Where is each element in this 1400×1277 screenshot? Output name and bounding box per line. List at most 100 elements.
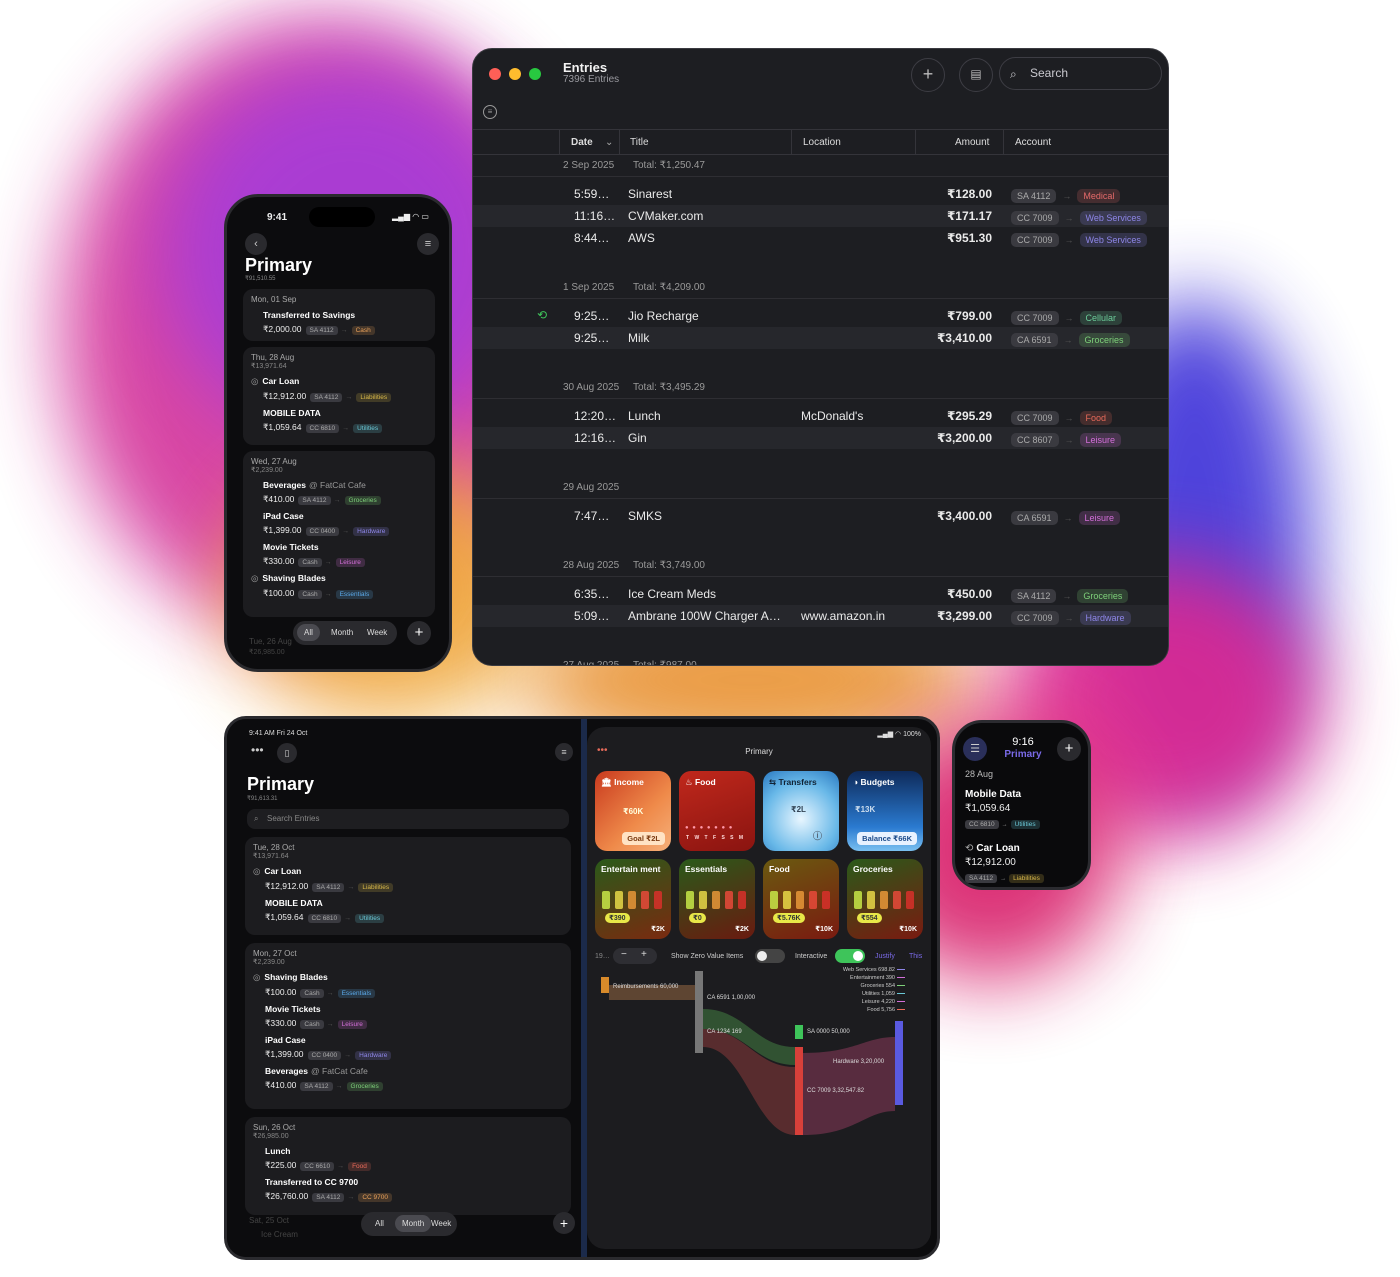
back-button[interactable]: ‹	[245, 233, 267, 255]
entry-item[interactable]: Movie Tickets	[265, 1004, 563, 1014]
interactive-toggle[interactable]	[835, 949, 865, 963]
entry-amount: ₹330.00	[265, 1018, 297, 1028]
income-tile[interactable]: 🏛 Income ₹60K Goal ₹2L	[595, 771, 671, 851]
entry-item[interactable]: ◎ Shaving Blades	[251, 573, 427, 584]
entry-accounts: SA 4112 → Groceries	[1011, 588, 1129, 603]
entry-title: Car Loan	[976, 843, 1020, 854]
status-time: 9:41 AM Fri 24 Oct	[249, 730, 308, 737]
entry-amount: ₹3,410.00	[936, 331, 992, 345]
period-segmented-control[interactable]: All Month Week	[361, 1212, 457, 1236]
entry-item[interactable]: Beverages @ FatCat Cafe	[263, 480, 427, 490]
from-account-badge: CC 7009	[1011, 233, 1059, 247]
this-button[interactable]: This	[909, 953, 922, 960]
budget-tile[interactable]: Groceries ₹554 ₹10K	[847, 859, 923, 939]
minimize-window-button[interactable]	[509, 68, 521, 80]
category-badge: Liabilities	[356, 393, 392, 402]
from-account-badge: SA 4112	[965, 874, 998, 883]
table-row[interactable]: 5:59… Sinarest ₹128.00 SA 4112 → Medical	[473, 183, 1168, 205]
segment-month[interactable]: Month	[395, 1215, 432, 1232]
calendar-button[interactable]: ▤	[959, 58, 993, 92]
segment-week[interactable]: Week	[367, 628, 387, 637]
entry-item[interactable]: ◎ Shaving Blades	[253, 972, 563, 983]
add-entry-button[interactable]: +	[1057, 737, 1081, 761]
food-tile[interactable]: ♨ Food ● ● ● ● ● ● ● T W T F S S M	[679, 771, 755, 851]
sort-chevron-icon[interactable]: ⌄	[605, 137, 613, 148]
close-window-button[interactable]	[489, 68, 501, 80]
entry-title: Ice Cream Meds	[628, 587, 717, 601]
column-date[interactable]: Date	[571, 137, 593, 148]
budget-tile[interactable]: Food ₹5.76K ₹10K	[763, 859, 839, 939]
entry-item[interactable]: MOBILE DATA	[265, 898, 563, 908]
filter-icon[interactable]: ≡	[483, 105, 497, 119]
filter-icon[interactable]: ≡	[555, 743, 573, 761]
budget-tile[interactable]: Essentials ₹0 ₹2K	[679, 859, 755, 939]
filter-button[interactable]: ≡	[417, 233, 439, 255]
column-title[interactable]: Title	[630, 137, 649, 148]
table-row[interactable]: 8:44… AWS ₹951.30 CC 7009 → Web Services	[473, 227, 1168, 249]
status-icons: ▂▄▆ ◠ ▭	[392, 212, 429, 221]
sankey-node[interactable]	[695, 971, 703, 1053]
budget-bar	[602, 891, 610, 909]
entry-item[interactable]: Movie Tickets	[263, 542, 427, 552]
category-badge: Cash	[351, 326, 375, 335]
entry-item[interactable]: Beverages @ FatCat Cafe	[265, 1066, 563, 1076]
segment-all[interactable]: All	[375, 1219, 384, 1228]
sankey-node[interactable]	[795, 1047, 803, 1135]
zoom-window-button[interactable]	[529, 68, 541, 80]
entry-item[interactable]: Transferred to Savings	[263, 310, 427, 320]
column-amount[interactable]: Amount	[955, 137, 989, 148]
entry-item[interactable]: ◎ Car Loan	[253, 866, 563, 877]
entry-item[interactable]: Lunch	[265, 1146, 563, 1156]
day-date: Wed, 27 Aug	[251, 457, 297, 466]
budgets-tile[interactable]: ◑ Budgets ₹13K Balance ₹66K	[847, 771, 923, 851]
table-row[interactable]: 7:47… SMKS ₹3,400.00 CA 6591 → Leisure	[473, 505, 1168, 527]
category-badge: Leisure	[337, 1020, 367, 1029]
sankey-diagram[interactable]: Reimbursements 60,000 CA 6591 1,00,000 C…	[595, 967, 925, 1147]
search-entries-input[interactable]: ⌕ Search Entries	[247, 809, 569, 829]
entry-item[interactable]: Transferred to CC 9700	[265, 1177, 563, 1187]
table-row[interactable]: 11:16… CVMaker.com ₹171.17 CC 7009 → Web Serv…	[473, 205, 1168, 227]
entry-amount: ₹12,912.00	[263, 391, 307, 401]
interactive-label: Interactive	[795, 953, 828, 960]
segment-week[interactable]: Week	[431, 1219, 451, 1228]
sankey-node[interactable]	[601, 977, 609, 993]
table-row[interactable]: 12:16… Gin ₹3,200.00 CC 8607 → Leisure	[473, 427, 1168, 449]
more-icon[interactable]: •••	[251, 743, 264, 757]
period-segmented-control[interactable]: All Month Week	[293, 621, 397, 645]
list-icon[interactable]: ☰	[963, 737, 987, 761]
tile-label: Transfers	[778, 777, 817, 787]
justify-button[interactable]: Justify	[875, 953, 895, 960]
table-row[interactable]: 6:35… Ice Cream Meds ₹450.00 SA 4112 → Grocer…	[473, 583, 1168, 605]
search-field[interactable]: ⌕ Search	[999, 57, 1162, 90]
entry-item[interactable]: MOBILE DATA	[263, 408, 427, 418]
column-account[interactable]: Account	[1015, 137, 1051, 148]
zero-value-toggle[interactable]	[755, 949, 785, 963]
sankey-node[interactable]	[795, 1025, 803, 1039]
info-icon[interactable]: ⓘ	[813, 829, 822, 842]
entry-amount-row: ₹330.00 Cash → Leisure	[265, 1018, 563, 1029]
sidebar-toggle-icon[interactable]: ▯	[277, 743, 297, 763]
sankey-node[interactable]	[895, 1021, 903, 1105]
category-badge: CC 9700	[358, 1193, 392, 1202]
entries-sidebar: 9:41 AM Fri 24 Oct ••• ▯ ≡ Primary ₹91,6…	[227, 719, 581, 1257]
add-entry-button[interactable]: +	[407, 621, 431, 645]
depth-stepper[interactable]: − +	[613, 948, 657, 964]
entry-item[interactable]: iPad Case	[263, 511, 427, 521]
add-entry-button[interactable]: +	[553, 1212, 575, 1234]
table-row[interactable]: 9:25… Milk ₹3,410.00 CA 6591 → Groceries	[473, 327, 1168, 349]
category-badge: Utilities	[1010, 820, 1040, 829]
column-location[interactable]: Location	[803, 137, 841, 148]
table-row[interactable]: ⟲ 9:25… Jio Recharge ₹799.00 CC 7009 → Cellula…	[473, 305, 1168, 327]
add-entry-button[interactable]: +	[911, 58, 945, 92]
segment-month[interactable]: Month	[331, 628, 353, 637]
segment-all[interactable]: All	[297, 624, 320, 641]
watch-entry-title[interactable]: Mobile Data	[965, 789, 1021, 800]
budget-tile[interactable]: Entertain ment ₹390 ₹2K	[595, 859, 671, 939]
watch-entry-title[interactable]: ⟲ Car Loan	[965, 843, 1020, 854]
table-row[interactable]: 5:09… Ambrane 100W Charger A… www.amazon.i…	[473, 605, 1168, 627]
entry-item[interactable]: ◎ Car Loan	[251, 376, 427, 387]
transfers-tile[interactable]: ⇆ Transfers ₹2L ⓘ	[763, 771, 839, 851]
table-row[interactable]: 12:20… Lunch McDonald's ₹295.29 CC 7009 → Food	[473, 405, 1168, 427]
entry-item[interactable]: iPad Case	[265, 1035, 563, 1045]
